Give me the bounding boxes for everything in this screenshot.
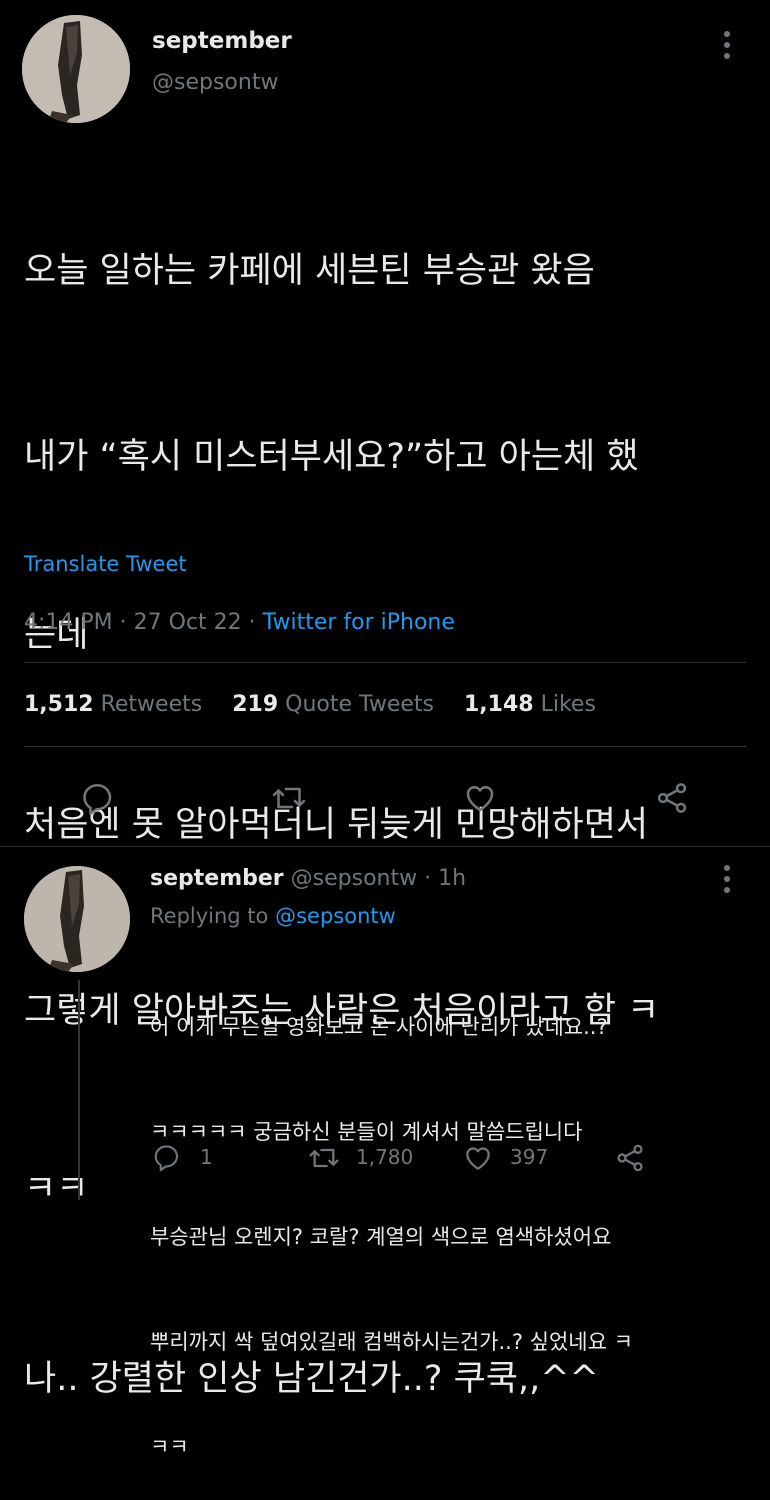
- author-display-name[interactable]: september: [152, 28, 292, 54]
- tweet-meta: 4:14 PM · 27 Oct 22 · Twitter for iPhone: [24, 610, 455, 635]
- tweet-source-link[interactable]: Twitter for iPhone: [263, 610, 455, 635]
- likes-stat[interactable]: 1,148 Likes: [464, 692, 596, 717]
- replying-to: Replying to @sepsontw: [150, 904, 396, 928]
- meta-separator: ·: [119, 610, 127, 635]
- replying-to-label: Replying to: [150, 904, 269, 928]
- reply-reply-count: 1: [200, 1145, 213, 1169]
- reply-share-icon[interactable]: [614, 1142, 646, 1174]
- more-icon[interactable]: [722, 30, 750, 65]
- divider: [24, 662, 746, 663]
- likes-label: Likes: [540, 692, 596, 717]
- retweets-label: Retweets: [100, 692, 203, 717]
- retweet-icon[interactable]: [271, 780, 307, 816]
- reply-more-icon[interactable]: [722, 864, 750, 899]
- reply-like-icon[interactable]: [462, 1142, 494, 1174]
- reply-reply-icon[interactable]: [152, 1142, 182, 1172]
- divider: [24, 746, 746, 747]
- like-icon[interactable]: [462, 780, 498, 816]
- author-avatar[interactable]: [22, 15, 130, 123]
- tweet-line: 오늘 일하는 카페에 세븐틴 부승관 왔음: [24, 251, 595, 291]
- tweet-date[interactable]: 27 Oct 22: [134, 610, 242, 635]
- reply-text: 어 이게 무슨일 영화보고 온 사이에 난리가 났네요..? ㅋㅋㅋㅋㅋ 궁금하…: [150, 940, 760, 1500]
- quotes-label: Quote Tweets: [285, 692, 434, 717]
- reply-retweet-icon[interactable]: [308, 1142, 340, 1174]
- reply-header: september @sepsontw · 1h: [150, 866, 466, 891]
- reply-line: 부승관님 오렌지? 코랄? 계열의 색으로 염색하셨어요: [150, 1225, 612, 1249]
- tweet-time[interactable]: 4:14 PM: [24, 610, 113, 635]
- quotes-stat[interactable]: 219 Quote Tweets: [232, 692, 441, 717]
- reply-display-name[interactable]: september: [150, 866, 284, 891]
- retweets-stat[interactable]: 1,512 Retweets: [24, 692, 209, 717]
- tweet-line: 내가 “혹시 미스터부세요?”하고 아는체 했: [24, 437, 639, 477]
- reply-line: 어 이게 무슨일 영화보고 온 사이에 난리가 났네요..?: [150, 1015, 608, 1039]
- reply-line: ㅋㅋ: [150, 1435, 189, 1459]
- author-handle[interactable]: @sepsontw: [152, 70, 278, 95]
- thread-line: [78, 980, 80, 1200]
- share-icon[interactable]: [654, 780, 690, 816]
- reply-retweet-count: 1,780: [356, 1145, 414, 1169]
- retweets-count: 1,512: [24, 692, 94, 717]
- reply-line: 뿌리까지 싹 덮여있길래 컴백하시는건가..? 싶었네요 ㅋ: [150, 1330, 633, 1354]
- tweet-stats: 1,512 Retweets 219 Quote Tweets 1,148 Li…: [24, 692, 596, 717]
- meta-separator: ·: [248, 610, 256, 635]
- replying-to-handle[interactable]: @sepsontw: [275, 904, 396, 928]
- translate-tweet-link[interactable]: Translate Tweet: [24, 552, 187, 576]
- quotes-count: 219: [232, 692, 279, 717]
- reply-like-count: 397: [510, 1145, 549, 1169]
- likes-count: 1,148: [463, 692, 534, 717]
- reply-icon[interactable]: [80, 780, 116, 816]
- divider: [0, 846, 770, 847]
- reply-age[interactable]: 1h: [438, 866, 466, 891]
- reply-handle[interactable]: @sepsontw: [291, 866, 417, 891]
- reply-author-avatar[interactable]: [24, 866, 130, 972]
- reply-line: ㅋㅋㅋㅋㅋ 궁금하신 분들이 계셔서 말씀드립니다: [150, 1120, 583, 1144]
- reply-separator: ·: [424, 866, 432, 891]
